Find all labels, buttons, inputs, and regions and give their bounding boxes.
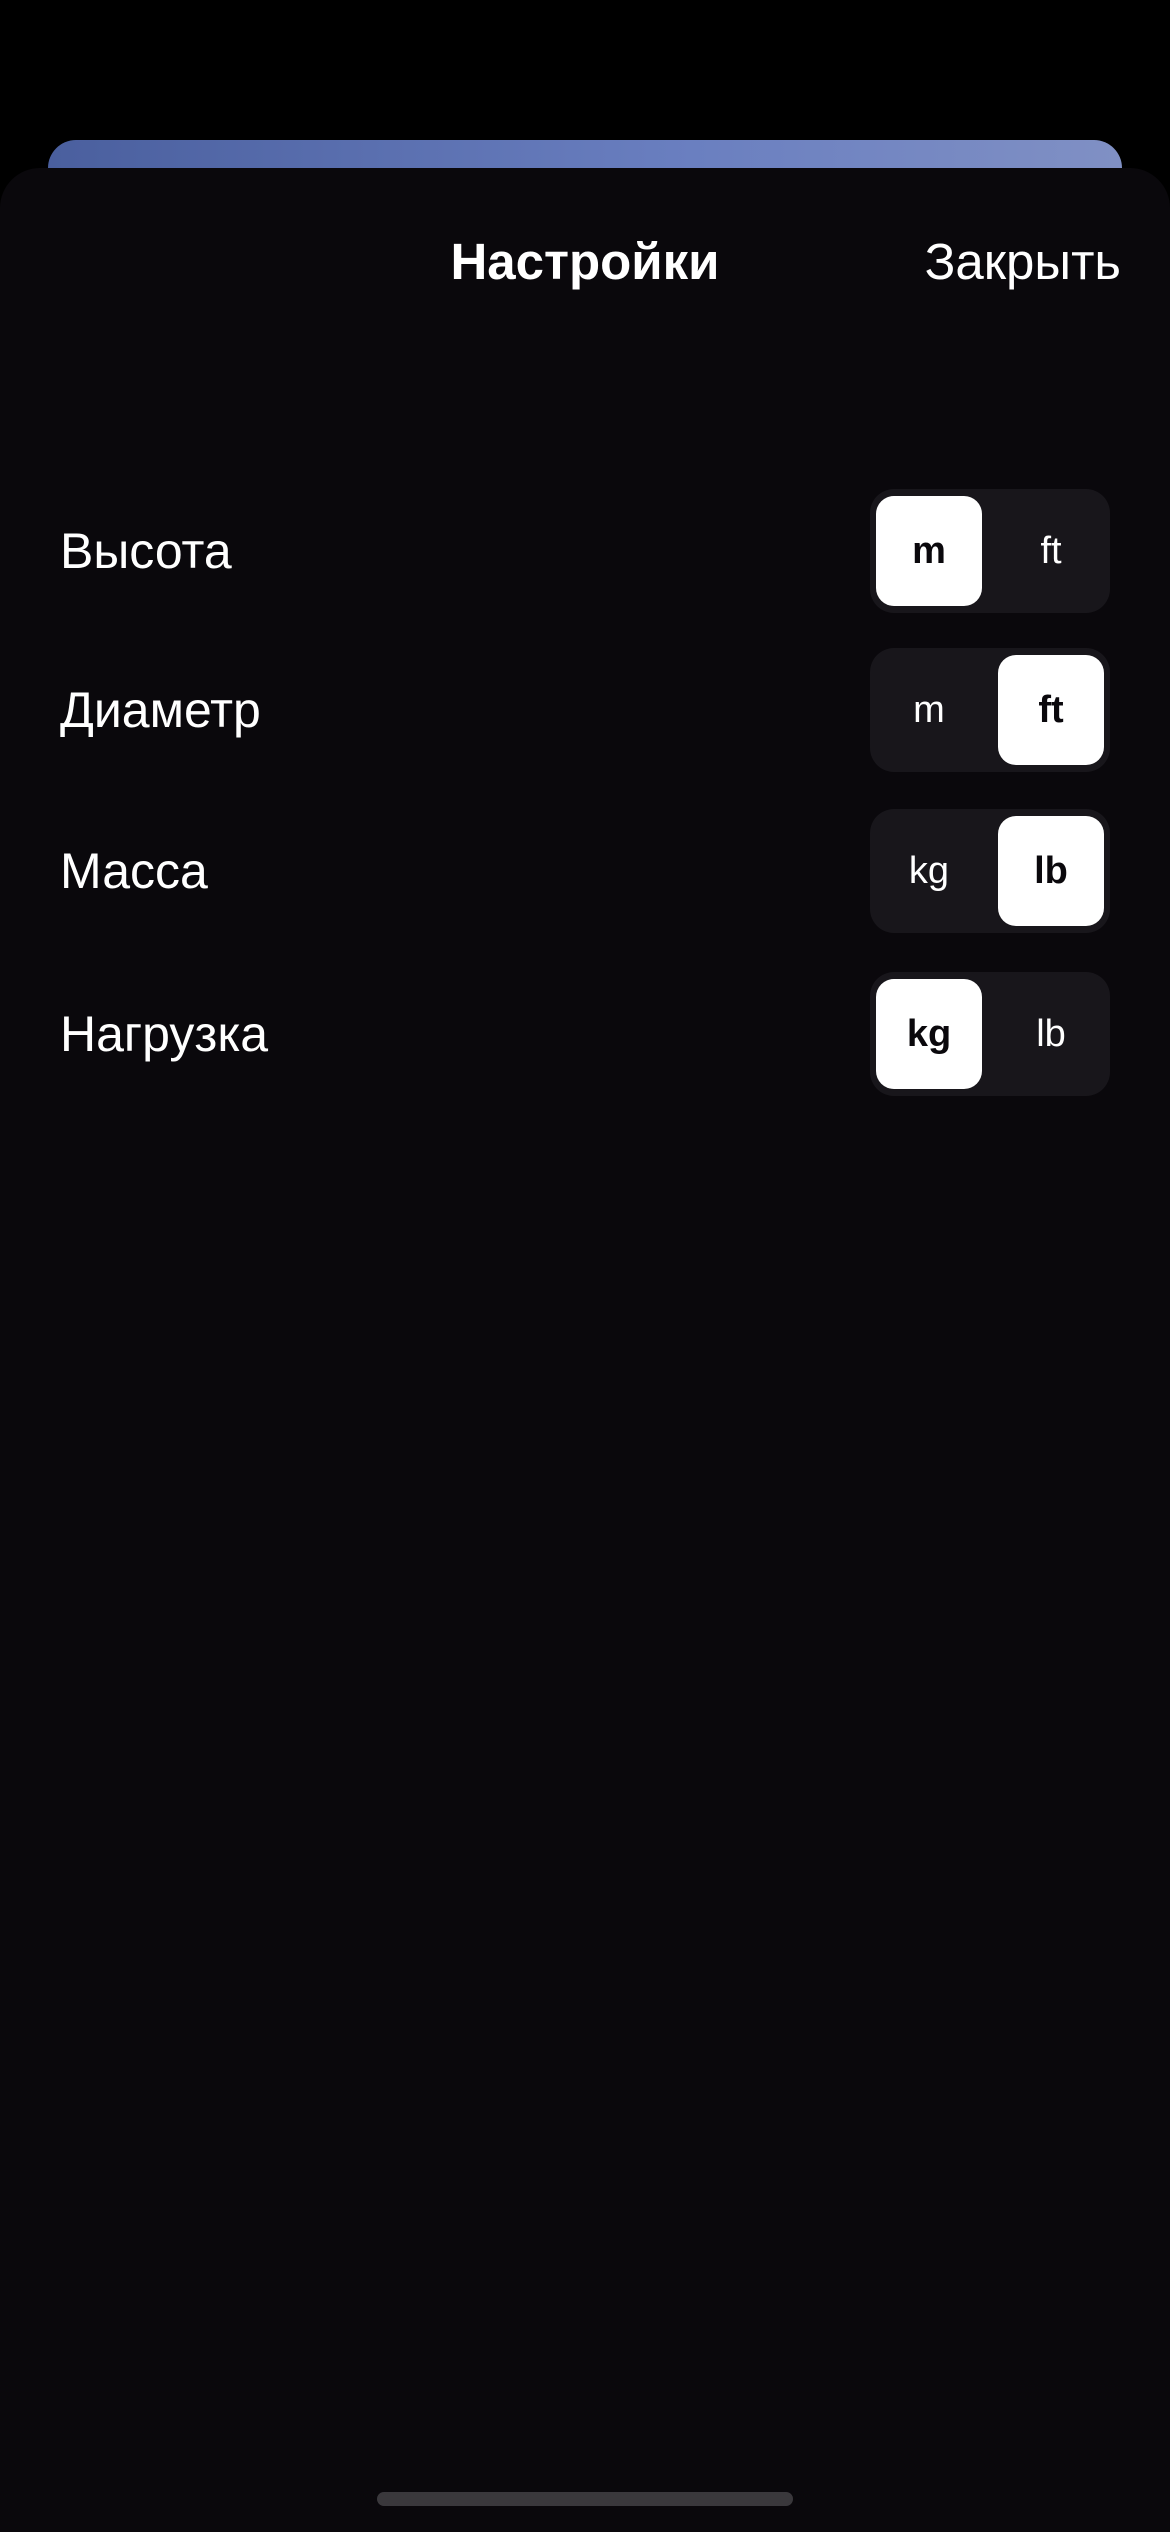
settings-row-height: Высота m ft: [0, 489, 1170, 613]
segment-option[interactable]: m: [876, 496, 982, 606]
setting-label: Диаметр: [60, 682, 261, 738]
payload-unit-segmented-control: kg lb: [870, 972, 1110, 1096]
setting-label: Нагрузка: [60, 1006, 269, 1062]
segment-option[interactable]: ft: [998, 655, 1104, 765]
home-indicator: [377, 2492, 793, 2506]
segment-option[interactable]: kg: [876, 979, 982, 1089]
mass-unit-segmented-control: kg lb: [870, 809, 1110, 933]
settings-row-diameter: Диаметр m ft: [0, 648, 1170, 772]
settings-row-payload: Нагрузка kg lb: [0, 972, 1170, 1096]
height-unit-segmented-control: m ft: [870, 489, 1110, 613]
settings-row-mass: Масса kg lb: [0, 809, 1170, 933]
segment-option[interactable]: m: [876, 655, 982, 765]
settings-sheet: Настройки Закрыть Высота m ft Диаметр m …: [0, 168, 1170, 2532]
setting-label: Масса: [60, 843, 208, 899]
segment-option[interactable]: lb: [998, 816, 1104, 926]
segment-option[interactable]: kg: [876, 816, 982, 926]
segment-option[interactable]: ft: [998, 496, 1104, 606]
diameter-unit-segmented-control: m ft: [870, 648, 1110, 772]
close-button[interactable]: Закрыть: [925, 222, 1121, 302]
segment-option[interactable]: lb: [998, 979, 1104, 1089]
setting-label: Высота: [60, 523, 232, 579]
